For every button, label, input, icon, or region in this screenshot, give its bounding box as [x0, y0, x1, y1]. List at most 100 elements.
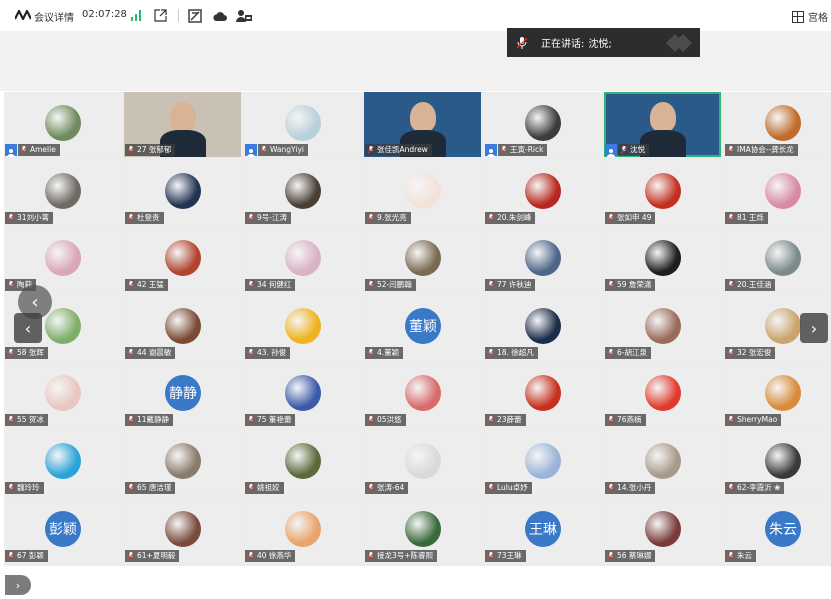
participant-name: 44 谢晨敏	[137, 347, 172, 357]
participant-name: 张佳凯Andrew	[377, 145, 428, 154]
participant-tile[interactable]: 陶莉	[4, 227, 121, 293]
avatar	[525, 443, 561, 479]
participant-name-tag: 55 贺冰	[5, 414, 48, 427]
participant-tile[interactable]: 彭颖 67 彭颖	[4, 497, 121, 563]
participant-tile[interactable]: 王琳 73王琳	[484, 497, 601, 563]
participants-icon[interactable]	[236, 9, 252, 23]
avatar	[285, 443, 321, 479]
participant-tile[interactable]: SherryMao	[724, 362, 831, 428]
participant-tile[interactable]: 张佳凯Andrew	[364, 92, 481, 157]
participant-name: 11戴静静	[137, 415, 170, 425]
participant-name-tag: Amelie	[18, 144, 60, 156]
recording-off-icon[interactable]	[188, 9, 202, 23]
participant-tile[interactable]: 56 蔡琳娜	[604, 497, 721, 563]
participant-tile[interactable]: 05洪悠	[364, 362, 481, 428]
prev-page-button[interactable]: ‹	[14, 313, 42, 343]
participant-name-tag: 朱云	[725, 549, 756, 562]
expand-panel-button[interactable]: ›	[5, 575, 31, 595]
participant-name-tag: 14.张小丹	[605, 482, 656, 494]
active-speaker-banner: 正在讲话: 沈悦;	[507, 28, 700, 57]
participant-tile[interactable]: 杜登贵	[124, 159, 241, 225]
participant-tile[interactable]: 76燕楠	[604, 362, 721, 428]
participant-tile[interactable]: 董颖 4.董颖	[364, 294, 481, 360]
participant-tile[interactable]: 18. 徐超凡	[484, 294, 601, 360]
mic-muted-icon	[487, 416, 495, 425]
next-page-button[interactable]: ›	[800, 313, 828, 343]
participant-tile[interactable]: 王寅-Rick	[484, 92, 601, 157]
avatar	[765, 443, 801, 479]
participant-name: 接龙3号+陈睿熙	[377, 550, 434, 560]
participant-tile[interactable]: 77 许秋迪	[484, 227, 601, 293]
participant-tile[interactable]: 姚祖姣	[244, 430, 361, 495]
participant-tile[interactable]: 20.朱剑峰	[484, 159, 601, 225]
participant-tile[interactable]: 接龙3号+陈睿熙	[364, 497, 481, 563]
share-external-icon[interactable]	[154, 9, 167, 22]
participant-name-tag: Lulu卓妤	[485, 482, 532, 494]
participant-name-tag: 23薛蕾	[485, 414, 526, 427]
participant-name: 31刘小菁	[17, 212, 50, 222]
participant-tile[interactable]: 张涛-64	[364, 430, 481, 495]
participant-tile[interactable]: 65 唐洁瑾	[124, 430, 241, 495]
participant-name: 23薛蕾	[497, 415, 522, 425]
participant-tile[interactable]: 31刘小菁	[4, 159, 121, 225]
participant-tile[interactable]: 23薛蕾	[484, 362, 601, 428]
participant-tile[interactable]: 34 何健红	[244, 227, 361, 293]
participant-tile[interactable]: 44 谢晨敏	[124, 294, 241, 360]
participant-tile[interactable]: 20.王佳涵	[724, 227, 831, 293]
participant-tile[interactable]: 静静 11戴静静	[124, 362, 241, 428]
participant-tile[interactable]: 62-李霞沂 ❀	[724, 430, 831, 495]
participant-name: 4.董颖	[377, 347, 400, 357]
participant-name: 27 张郁郁	[137, 145, 172, 154]
participant-tile[interactable]: 40 徐燕华	[244, 497, 361, 563]
participant-tile[interactable]: Lulu卓妤	[484, 430, 601, 495]
participant-tile[interactable]: 55 贺冰	[4, 362, 121, 428]
participant-name-tag: IMA协会--龚长龙	[725, 144, 798, 156]
avatar	[285, 375, 321, 412]
participant-name-tag: 11戴静静	[125, 414, 174, 427]
participant-tile[interactable]: WangYiyi	[244, 92, 361, 157]
participant-name-tag: 59 詹荣潇	[605, 279, 656, 292]
participant-name: 18. 徐超凡	[497, 347, 534, 357]
participant-tile[interactable]: 61+夏明毅	[124, 497, 241, 563]
participant-tile[interactable]: 42 王猛	[124, 227, 241, 293]
mic-muted-icon	[367, 484, 375, 492]
participant-tile[interactable]: 9号-江涛	[244, 159, 361, 225]
mic-muted-icon	[7, 213, 15, 222]
participant-tile[interactable]: 75 董艳蕾	[244, 362, 361, 428]
participant-tile[interactable]: 9.张光亮	[364, 159, 481, 225]
participant-tile[interactable]: 张如申 49	[604, 159, 721, 225]
avatar	[285, 307, 321, 344]
participant-name: IMA协会--龚长龙	[737, 145, 794, 154]
participant-tile[interactable]: 43. 孙俊	[244, 294, 361, 360]
mic-muted-icon	[607, 348, 615, 357]
mic-muted-icon	[607, 484, 615, 492]
participant-tile[interactable]: 朱云 朱云	[724, 497, 831, 563]
avatar	[45, 375, 81, 412]
mic-muted-icon	[367, 551, 375, 560]
mic-muted-icon	[620, 146, 628, 154]
network-signal-icon[interactable]	[131, 10, 143, 21]
mic-muted-icon	[367, 348, 375, 357]
participant-tile[interactable]: 52-闫鹏翰	[364, 227, 481, 293]
avatar	[645, 307, 681, 344]
participant-tile[interactable]: 14.张小丹	[604, 430, 721, 495]
participant-name: 55 贺冰	[17, 415, 44, 425]
cloud-record-icon[interactable]	[212, 10, 228, 22]
mic-muted-icon	[127, 348, 135, 357]
mic-muted-icon	[487, 551, 495, 560]
grid-view-toggle[interactable]: 宫格	[792, 9, 828, 24]
participant-tile[interactable]: 59 詹荣潇	[604, 227, 721, 293]
participant-grid: Amelie 27 张郁郁 WangYiyi 张佳凯Andrew 王寅-Rick 沈悦 IM…	[4, 92, 831, 566]
participant-tile[interactable]: 沈悦	[604, 92, 721, 157]
participant-name: 52-闫鹏翰	[377, 280, 412, 290]
participant-name-tag: 31刘小菁	[5, 211, 54, 224]
avatar	[525, 375, 561, 412]
participant-tile[interactable]: 81 王烁	[724, 159, 831, 225]
meeting-details-link[interactable]: 会议详情	[34, 9, 74, 24]
participant-tile[interactable]: Amelie	[4, 92, 121, 157]
participant-tile[interactable]: IMA协会--龚长龙	[724, 92, 831, 157]
participant-tile[interactable]: 27 张郁郁	[124, 92, 241, 157]
participant-tile[interactable]: 6-胡江泉	[604, 294, 721, 360]
participant-name-tag: 沈悦	[618, 144, 649, 156]
participant-tile[interactable]: 魏玲玲	[4, 430, 121, 495]
